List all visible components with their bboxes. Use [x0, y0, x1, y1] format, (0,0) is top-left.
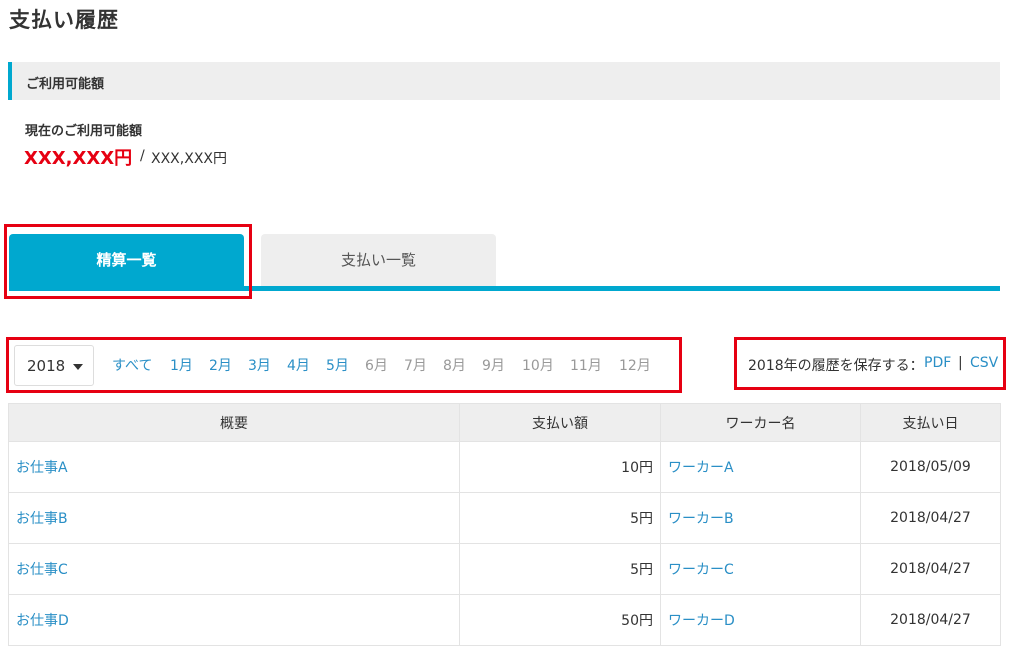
payment-date: 2018/04/27 [860, 594, 1001, 646]
month-filter-8: 8月 [443, 358, 466, 374]
table-row: お仕事D 50円 ワーカーD 2018/04/27 [8, 594, 1001, 646]
payment-date: 2018/04/27 [860, 492, 1001, 544]
worker-name-link[interactable]: ワーカーD [660, 594, 861, 646]
payment-amount: 50円 [459, 594, 661, 646]
save-separator: | [958, 355, 963, 371]
column-header-summary: 概要 [8, 403, 460, 442]
available-amount-label: 現在のご利用可能額 [25, 124, 143, 139]
available-amount-total: XXX,XXX円 [151, 151, 227, 167]
year-select-value: 2018 [27, 357, 66, 375]
month-filter-1[interactable]: 1月 [170, 355, 193, 375]
save-history-label: 2018年の履歴を保存する： [748, 358, 924, 374]
month-filter-4[interactable]: 4月 [287, 355, 310, 375]
month-filter-2[interactable]: 2月 [209, 355, 232, 375]
table-row: お仕事A 10円 ワーカーA 2018/05/09 [8, 441, 1001, 493]
payment-history-table: 概要 支払い額 ワーカー名 支払い日 お仕事A 10円 ワーカーA 2018/0… [8, 403, 1001, 646]
year-select[interactable]: 2018 [14, 345, 94, 386]
month-filter-all[interactable]: すべて [112, 355, 152, 375]
table-row: お仕事B 5円 ワーカーB 2018/04/27 [8, 492, 1001, 544]
job-title-link[interactable]: お仕事C [8, 543, 460, 595]
month-filter-3[interactable]: 3月 [248, 355, 271, 375]
available-amount-value: XXX,XXX円 [24, 148, 133, 169]
worker-name-link[interactable]: ワーカーA [660, 441, 861, 493]
payment-date: 2018/05/09 [860, 441, 1001, 493]
tab-settlement-list[interactable]: 精算一覧 [9, 234, 244, 286]
tab-payment-list[interactable]: 支払い一覧 [261, 234, 496, 286]
month-filter-12: 12月 [619, 358, 651, 374]
available-section-title: ご利用可能額 [26, 77, 105, 92]
table-header-row: 概要 支払い額 ワーカー名 支払い日 [8, 403, 1001, 442]
column-header-date: 支払い日 [860, 403, 1001, 442]
page-title: 支払い履歴 [9, 8, 119, 32]
month-filter-11: 11月 [570, 358, 602, 374]
payment-amount: 10円 [459, 441, 661, 493]
chevron-down-icon [73, 364, 83, 370]
worker-name-link[interactable]: ワーカーB [660, 492, 861, 544]
save-csv-link[interactable]: CSV [970, 355, 998, 371]
payment-date: 2018/04/27 [860, 543, 1001, 595]
job-title-link[interactable]: お仕事B [8, 492, 460, 544]
job-title-link[interactable]: お仕事D [8, 594, 460, 646]
month-filter-5[interactable]: 5月 [326, 355, 349, 375]
column-header-amount: 支払い額 [459, 403, 661, 442]
month-filter-10: 10月 [522, 358, 554, 374]
job-title-link[interactable]: お仕事A [8, 441, 460, 493]
available-section-header: ご利用可能額 [8, 62, 1000, 100]
payment-amount: 5円 [459, 492, 661, 544]
month-filter-7: 7月 [404, 358, 427, 374]
save-pdf-link[interactable]: PDF [924, 355, 951, 371]
month-filter-6: 6月 [365, 358, 388, 374]
month-filter-9: 9月 [482, 358, 505, 374]
payment-amount: 5円 [459, 543, 661, 595]
column-header-worker: ワーカー名 [660, 403, 861, 442]
table-row: お仕事C 5円 ワーカーC 2018/04/27 [8, 543, 1001, 595]
amount-separator: / [140, 148, 145, 164]
worker-name-link[interactable]: ワーカーC [660, 543, 861, 595]
tab-underline [9, 286, 1000, 291]
